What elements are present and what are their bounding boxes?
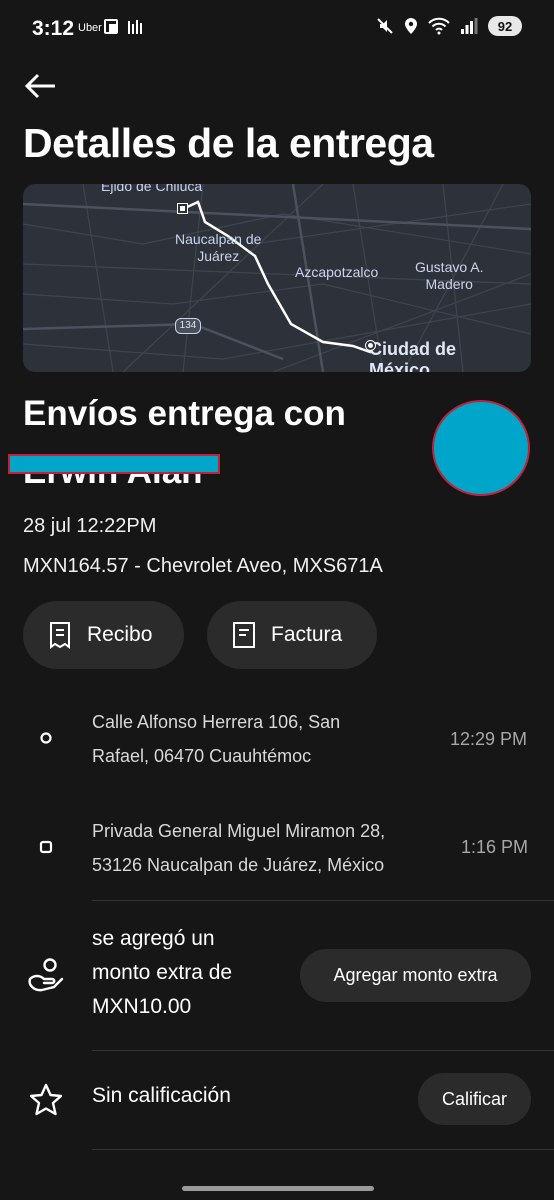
battery-indicator: 92 xyxy=(488,16,522,36)
location-icon xyxy=(405,18,417,34)
dropoff-time: 1:16 PM xyxy=(461,837,529,857)
equalizer-icon xyxy=(128,20,142,34)
pickup-marker xyxy=(177,203,188,214)
map-label-gustavo: Gustavo A. Madero xyxy=(415,259,484,292)
trip-date: 28 jul 12:22PM xyxy=(23,515,157,537)
hand-coin-icon xyxy=(28,958,64,992)
route-map[interactable]: Ejido de Chiluca Naucalpan de Juárez Azc… xyxy=(23,184,531,372)
signal-icon xyxy=(461,18,478,34)
arrow-left-icon xyxy=(24,73,55,99)
highway-number: 134 xyxy=(179,320,197,331)
invoice-button-label: Factura xyxy=(271,623,343,646)
invoice-button[interactable]: Factura xyxy=(207,601,377,669)
rate-button-label: Calificar xyxy=(441,1088,507,1109)
receipt-button[interactable]: Recibo xyxy=(23,601,184,669)
invoice-icon xyxy=(233,622,255,648)
pickup-address-line2: Rafael, 06470 Cuauhtémoc xyxy=(92,746,312,766)
home-indicator[interactable] xyxy=(182,1186,374,1191)
dropoff-marker xyxy=(365,340,376,351)
trip-heading: Envíos entrega con xyxy=(23,394,346,433)
extra-amount-line2: monto extra de xyxy=(92,961,233,984)
receipt-icon xyxy=(50,622,70,649)
divider xyxy=(92,900,554,901)
star-icon xyxy=(29,1083,63,1116)
add-extra-amount-label: Agregar monto extra xyxy=(333,965,498,985)
circle-dot-icon xyxy=(40,732,52,744)
status-bar: 3:12 Uber 92 xyxy=(0,0,554,58)
notification-icons xyxy=(103,18,145,36)
page-title: Detalles de la entrega xyxy=(23,120,434,166)
square-stop-icon xyxy=(39,840,53,854)
mute-icon xyxy=(377,18,393,34)
trip-fare-vehicle: MXN164.57 - Chevrolet Aveo, MXS671A xyxy=(23,555,383,577)
status-time: 3:12 xyxy=(32,17,75,40)
extra-amount-line1: se agregó un xyxy=(92,927,215,950)
add-extra-amount-button[interactable]: Agregar monto extra xyxy=(300,949,531,1002)
pickup-address-line1: Calle Alfonso Herrera 106, San xyxy=(92,712,341,732)
media-icon xyxy=(104,19,118,34)
map-label-ciudad: Ciudad de México xyxy=(369,339,457,372)
divider xyxy=(92,1149,554,1150)
uber-notification-label: Uber xyxy=(78,22,102,34)
wifi-icon xyxy=(428,17,450,35)
extra-amount-line3: MXN10.00 xyxy=(92,995,192,1018)
avatar xyxy=(432,400,530,496)
pickup-time: 12:29 PM xyxy=(450,729,528,749)
divider xyxy=(92,1050,554,1051)
redaction-bar xyxy=(8,454,220,474)
rate-button[interactable]: Calificar xyxy=(418,1073,531,1125)
dropoff-address-line2: 53126 Naucalpan de Juárez, México xyxy=(92,855,385,875)
dropoff-address-line1: Privada General Miguel Miramon 28, xyxy=(92,821,386,841)
extra-amount-text: se agregó un monto extra de MXN10.00 xyxy=(92,922,232,1024)
highway-shield: 134 xyxy=(175,318,201,334)
back-button[interactable] xyxy=(22,68,62,104)
rating-status: Sin calificación xyxy=(92,1084,231,1107)
receipt-button-label: Recibo xyxy=(87,623,153,646)
map-label-naucalpan: Naucalpan de Juárez xyxy=(175,231,262,264)
status-icons: 92 xyxy=(376,16,522,36)
map-label-azcapotzalco: Azcapotzalco xyxy=(295,264,379,280)
map-label-ejido: Ejido de Chiluca xyxy=(101,184,203,194)
